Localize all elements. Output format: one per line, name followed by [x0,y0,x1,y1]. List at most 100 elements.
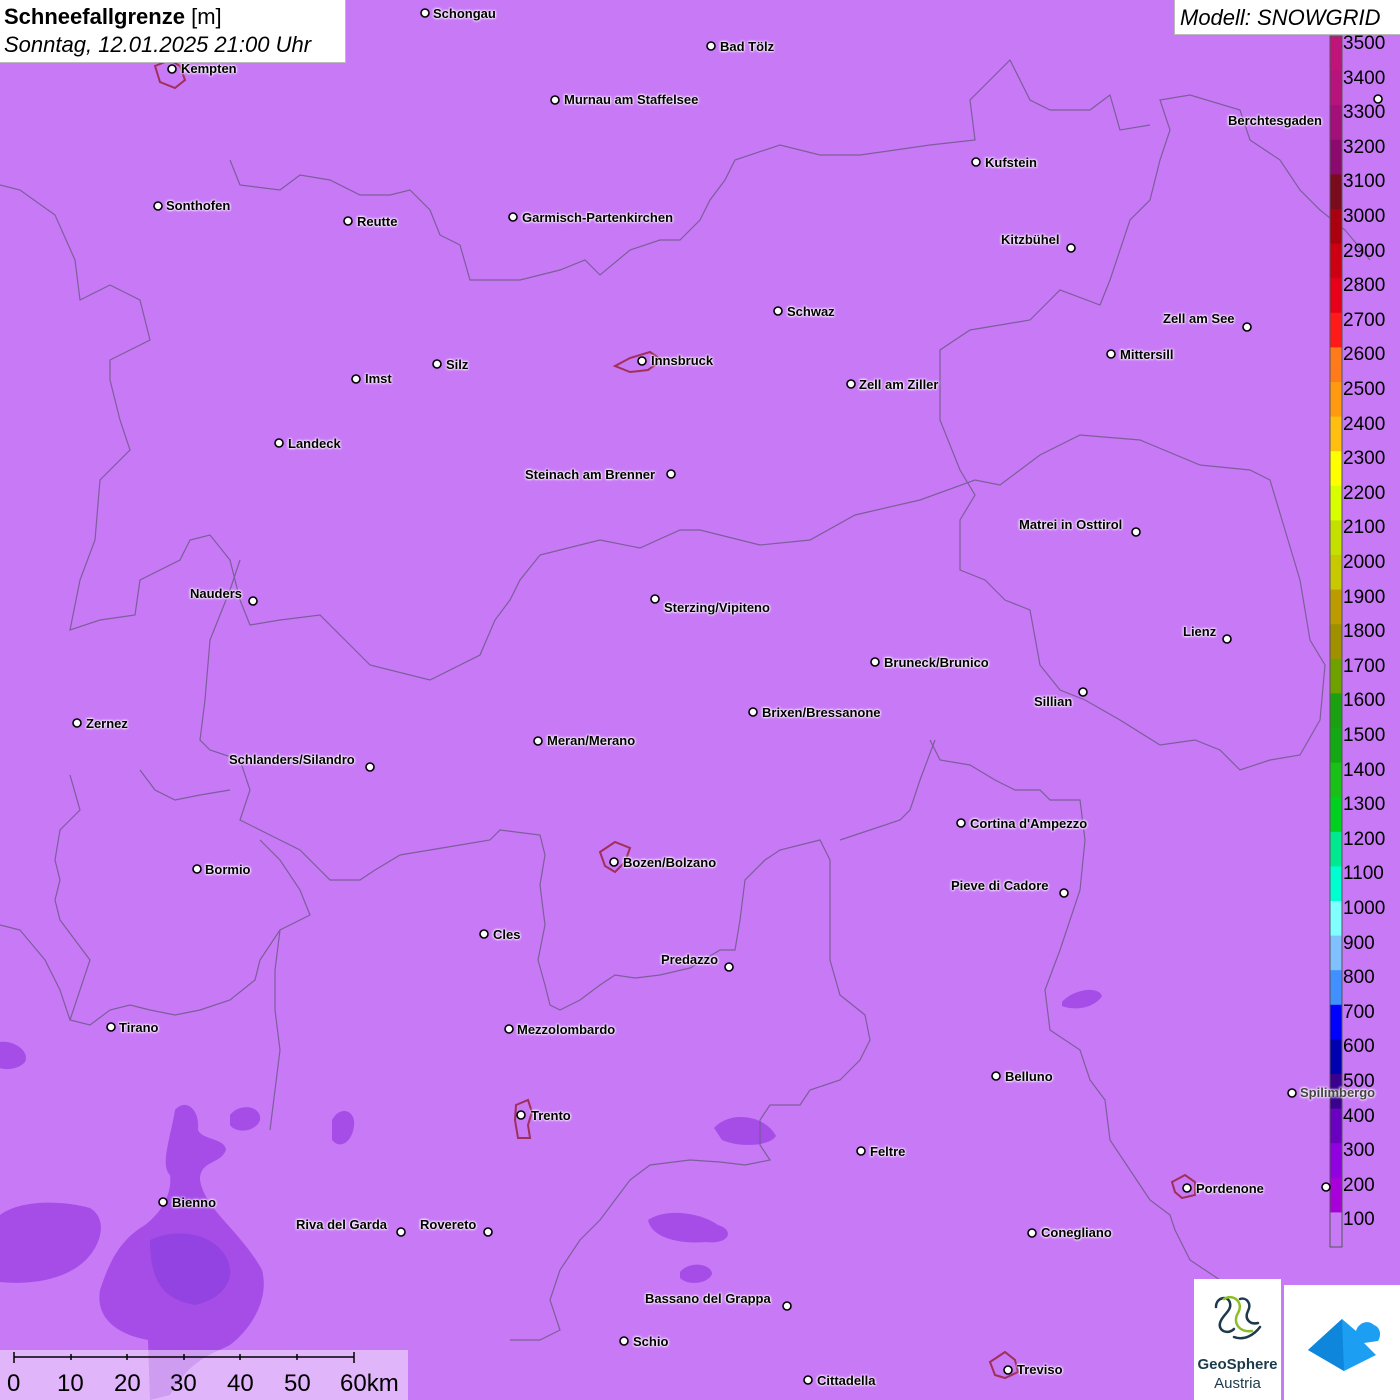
legend-swatch [1330,555,1342,591]
city-label: Riva del Garda [296,1217,388,1232]
city-marker [479,929,489,939]
city-marker [666,469,676,479]
legend-swatch [1330,658,1342,694]
city-label: Trento [531,1108,571,1123]
city-marker [396,1227,406,1237]
city-label: Bassano del Grappa [645,1291,771,1306]
legend-swatch [1330,1143,1342,1179]
legend-swatch [1330,1108,1342,1144]
legend-label: 1300 [1343,794,1386,816]
city-label: Cittadella [817,1373,876,1388]
city-marker [158,1197,168,1207]
city-label: Schlanders/Silandro [229,752,355,767]
city-label: Sillian [1034,694,1073,709]
legend-label: 3500 [1343,33,1386,54]
scale-tick-label: 50 [284,1370,311,1397]
city-marker [533,736,543,746]
city-marker [1222,634,1232,644]
city-marker [1066,243,1076,253]
scale-tick-label: 10 [57,1370,84,1397]
geosphere-logo[interactable]: GeoSphere Austria [1194,1279,1281,1400]
city-label: Feltre [870,1144,906,1159]
city-marker [1131,527,1141,537]
city-marker [748,707,758,717]
legend-swatch [1330,243,1342,279]
city-label: Landeck [288,436,341,451]
city-marker [856,1146,866,1156]
legend-swatch [1330,901,1342,937]
scale-tick-label: 20 [114,1370,141,1397]
city-label: Schwaz [787,304,835,319]
legend-swatch [1330,1177,1342,1213]
legend-swatch [1330,693,1342,729]
legend-swatch [1330,70,1342,106]
legend-label: 700 [1343,1001,1375,1023]
city-label: Conegliano [1041,1225,1112,1240]
legend-label: 2100 [1343,517,1386,539]
city-label: Kufstein [985,155,1037,170]
city-marker [1027,1228,1037,1238]
legend-label: 400 [1343,1105,1375,1127]
city-marker [773,306,783,316]
city-label: Cles [493,927,521,942]
city-marker [637,356,647,366]
legend-swatch [1330,831,1342,867]
city-marker [1242,322,1252,332]
city-marker [343,216,353,226]
app-logo[interactable] [1284,1285,1400,1400]
legend-swatch [1330,520,1342,556]
city-label: Meran/Merano [547,733,636,748]
city-marker [706,41,716,51]
city-marker [432,359,442,369]
legend-swatch [1330,209,1342,245]
legend-swatch [1330,451,1342,487]
legend-swatch [1330,382,1342,418]
city-label: Belluno [1005,1069,1053,1084]
city-label: Predazzo [661,952,719,967]
city-marker [971,157,981,167]
city-label: Reutte [357,214,398,229]
legend-label: 300 [1343,1140,1375,1162]
legend-label: 2000 [1343,552,1386,573]
scale-tick-label: 0 [7,1370,21,1397]
legend-swatch [1330,589,1342,625]
city-marker [846,379,856,389]
legend-swatch [1330,278,1342,314]
city-label: Sterzing/Vipiteno [664,600,770,615]
city-marker [483,1227,493,1237]
legend-label: 2200 [1343,482,1386,504]
city-label: Bruneck/Brunico [884,655,989,670]
city-marker [991,1071,1001,1081]
legend-label: 3100 [1343,171,1386,193]
geosphere-logo-line2: Austria [1214,1375,1261,1392]
city-label: Rovereto [420,1217,477,1232]
city-label: Silz [446,357,469,372]
city-label: Schio [633,1334,669,1349]
legend-colorbar [1329,35,1343,1248]
city-label: Spilimbergo [1300,1085,1376,1100]
scale-tick-label: 40 [227,1370,254,1397]
legend-swatch [1330,935,1342,971]
legend-label: 2300 [1343,448,1386,470]
city-label: Sonthofen [166,198,231,213]
city-marker [1182,1183,1192,1193]
city-marker [504,1024,514,1034]
map-title: Schneefallgrenze [m] [4,4,222,29]
city-marker [1106,349,1116,359]
city-marker [420,8,430,18]
legend-label: 1700 [1343,655,1386,677]
city-label: Bozen/Bolzano [623,855,717,870]
model-label: Modell: SNOWGRID [1174,0,1400,35]
legend-swatch [1330,797,1342,833]
legend-label: 2700 [1343,309,1386,331]
city-label: Lienz [1183,624,1217,639]
city-marker [167,64,177,74]
legend-label: 100 [1343,1209,1375,1231]
city-marker [508,212,518,222]
city-marker [106,1022,116,1032]
city-marker [248,596,258,606]
legend-label: 200 [1343,1174,1375,1196]
city-marker [870,657,880,667]
city-label: Berchtesgaden [1228,113,1322,128]
city-marker [650,594,660,604]
